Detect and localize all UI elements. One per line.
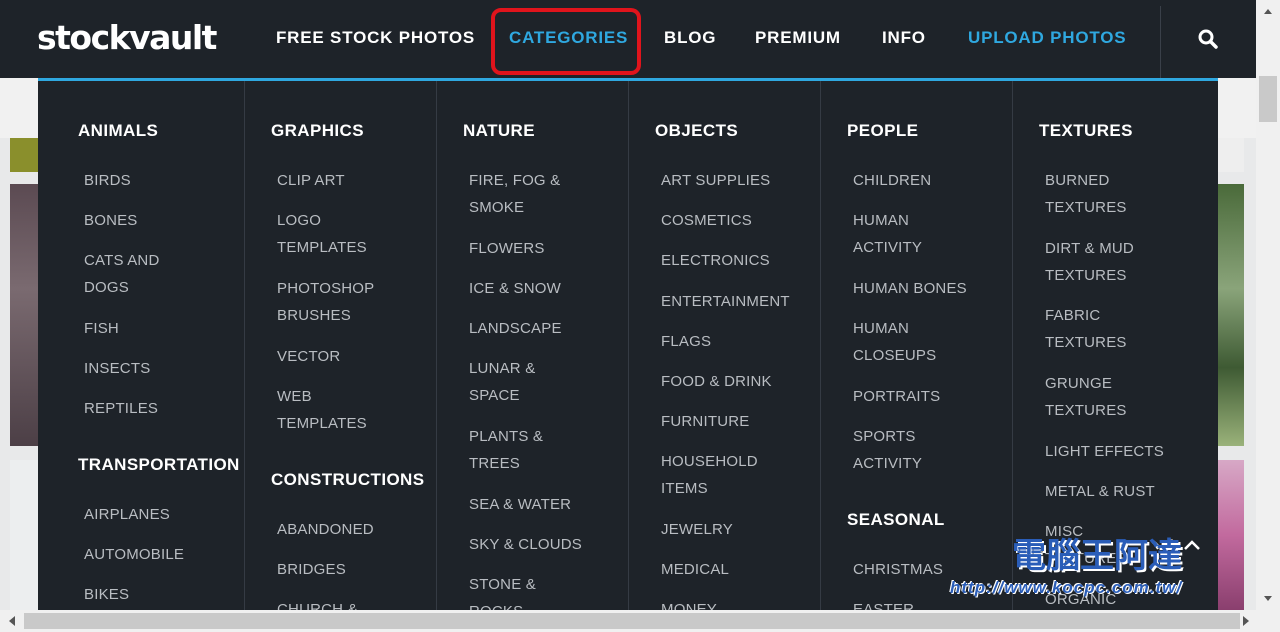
menu-link[interactable]: BRIDGES [277, 556, 346, 583]
photo-thumbnail[interactable] [10, 138, 38, 172]
menu-heading-seasonal[interactable]: SEASONAL [847, 510, 945, 530]
menu-link[interactable]: CHILDREN [853, 167, 931, 194]
menu-link[interactable]: AIRPLANES [84, 501, 170, 528]
menu-link[interactable]: JEWELRY [661, 516, 733, 543]
menu-link[interactable]: CLIP ART [277, 167, 345, 194]
menu-link[interactable]: LANDSCAPE [469, 315, 562, 342]
horizontal-scroll-thumb[interactable] [24, 613, 1240, 629]
photo-thumbnail[interactable] [10, 460, 38, 610]
menu-link[interactable]: AUTOMOBILE [84, 541, 184, 568]
menu-link[interactable]: VECTOR [277, 343, 340, 370]
menu-link[interactable]: REPTILES [84, 395, 158, 422]
menu-link[interactable]: BURNED TEXTURES [1045, 167, 1127, 221]
scroll-left-arrow-icon[interactable] [2, 610, 22, 632]
menu-column-nature: NATURE FIRE, FOG & SMOKE FLOWERS ICE & S… [437, 81, 629, 610]
menu-link[interactable]: LOGO TEMPLATES [277, 207, 367, 261]
menu-heading-constructions[interactable]: CONSTRUCTIONS [271, 470, 424, 490]
menu-link[interactable]: WEB TEMPLATES [277, 383, 367, 437]
menu-link[interactable]: SKY & CLOUDS [469, 531, 582, 558]
menu-column-objects: OBJECTS ART SUPPLIES COSMETICS ELECTRONI… [629, 81, 821, 610]
menu-link[interactable]: HUMAN ACTIVITY [853, 207, 922, 261]
menu-link[interactable]: EASTER [853, 596, 914, 610]
menu-link[interactable]: SPORTS ACTIVITY [853, 423, 922, 477]
menu-column-graphics: GRAPHICS CLIP ART LOGO TEMPLATES PHOTOSH… [245, 81, 437, 610]
nav-blog[interactable]: BLOG [664, 28, 716, 48]
menu-link[interactable]: FURNITURE [661, 408, 749, 435]
menu-heading-animals[interactable]: ANIMALS [78, 121, 158, 141]
menu-link[interactable]: DIRT & MUD TEXTURES [1045, 235, 1134, 289]
menu-link[interactable]: CHRISTMAS [853, 556, 943, 583]
watermark-logo: 電腦王阿達 [1012, 536, 1182, 576]
menu-link[interactable]: ICE & SNOW [469, 275, 561, 302]
site-header: stockvault FREE STOCK PHOTOS CATEGORIES … [0, 0, 1256, 78]
menu-link[interactable]: LUNAR & SPACE [469, 355, 535, 409]
nav-upload-photos[interactable]: UPLOAD PHOTOS [968, 28, 1126, 48]
menu-link[interactable]: BONES [84, 207, 138, 234]
menu-link[interactable]: INSECTS [84, 355, 150, 382]
photo-thumbnail[interactable] [10, 184, 38, 446]
search-icon[interactable] [1197, 28, 1219, 50]
header-divider [1160, 6, 1161, 78]
menu-link[interactable]: BIRDS [84, 167, 131, 194]
menu-heading-nature[interactable]: NATURE [463, 121, 535, 141]
menu-link[interactable]: STONE & ROCKS [469, 571, 536, 610]
menu-link[interactable]: FISH [84, 315, 119, 342]
menu-link[interactable]: MEDICAL [661, 556, 729, 583]
nav-info[interactable]: INFO [882, 28, 926, 48]
watermark-url: http://www.kocpc.com.tw/ [950, 578, 1183, 597]
menu-heading-graphics[interactable]: GRAPHICS [271, 121, 364, 141]
photo-thumbnail[interactable] [1218, 460, 1244, 610]
photo-thumbnail[interactable] [1218, 138, 1244, 172]
menu-link[interactable]: LIGHT EFFECTS [1045, 438, 1164, 465]
scroll-up-arrow-icon[interactable] [1256, 2, 1280, 20]
menu-link[interactable]: FLOWERS [469, 235, 545, 262]
menu-link[interactable]: BIKES [84, 581, 129, 608]
menu-link[interactable]: PORTRAITS [853, 383, 940, 410]
menu-link[interactable]: PLANTS & TREES [469, 423, 543, 477]
scroll-right-arrow-icon[interactable] [1236, 610, 1256, 632]
vertical-scrollbar[interactable] [1256, 0, 1280, 610]
menu-link[interactable]: FOOD & DRINK [661, 368, 772, 395]
menu-link[interactable]: ABANDONED [277, 516, 374, 543]
menu-heading-transportation[interactable]: TRANSPORTATION [78, 455, 240, 475]
vertical-scroll-thumb[interactable] [1259, 76, 1277, 122]
menu-heading-textures[interactable]: TEXTURES [1039, 121, 1133, 141]
menu-link[interactable]: CATS AND DOGS [84, 247, 160, 301]
menu-link[interactable]: MONEY [661, 596, 717, 610]
menu-heading-people[interactable]: PEOPLE [847, 121, 918, 141]
scroll-down-arrow-icon[interactable] [1256, 590, 1280, 608]
menu-link[interactable]: METAL & RUST [1045, 478, 1155, 505]
highlight-annotation [491, 8, 641, 75]
menu-link[interactable]: COSMETICS [661, 207, 752, 234]
photo-thumbnail[interactable] [1218, 184, 1244, 446]
site-logo[interactable]: stockvault [37, 18, 217, 57]
menu-link[interactable]: SEA & WATER [469, 491, 571, 518]
menu-link[interactable]: ENTERTAINMENT [661, 288, 790, 315]
nav-premium[interactable]: PREMIUM [755, 28, 841, 48]
menu-link[interactable]: FIRE, FOG & SMOKE [469, 167, 560, 221]
menu-link[interactable]: FABRIC TEXTURES [1045, 302, 1127, 356]
horizontal-scrollbar[interactable] [0, 610, 1280, 632]
menu-link[interactable]: HOUSEHOLD ITEMS [661, 448, 758, 502]
menu-link[interactable]: ELECTRONICS [661, 247, 770, 274]
menu-link[interactable]: ART SUPPLIES [661, 167, 770, 194]
menu-column-animals: ANIMALS BIRDS BONES CATS AND DOGS FISH I… [38, 81, 245, 610]
menu-link[interactable]: GRUNGE TEXTURES [1045, 370, 1127, 424]
menu-link[interactable]: HUMAN BONES [853, 275, 967, 302]
menu-link[interactable]: PHOTOSHOP BRUSHES [277, 275, 374, 329]
nav-free-stock-photos[interactable]: FREE STOCK PHOTOS [276, 28, 475, 48]
page: stockvault FREE STOCK PHOTOS CATEGORIES … [0, 0, 1280, 632]
menu-link[interactable]: FLAGS [661, 328, 711, 355]
menu-column-people: PEOPLE CHILDREN HUMAN ACTIVITY HUMAN BON… [821, 81, 1013, 610]
menu-heading-objects[interactable]: OBJECTS [655, 121, 738, 141]
menu-link[interactable]: CHURCH & [277, 596, 358, 610]
menu-link[interactable]: HUMAN CLOSEUPS [853, 315, 936, 369]
